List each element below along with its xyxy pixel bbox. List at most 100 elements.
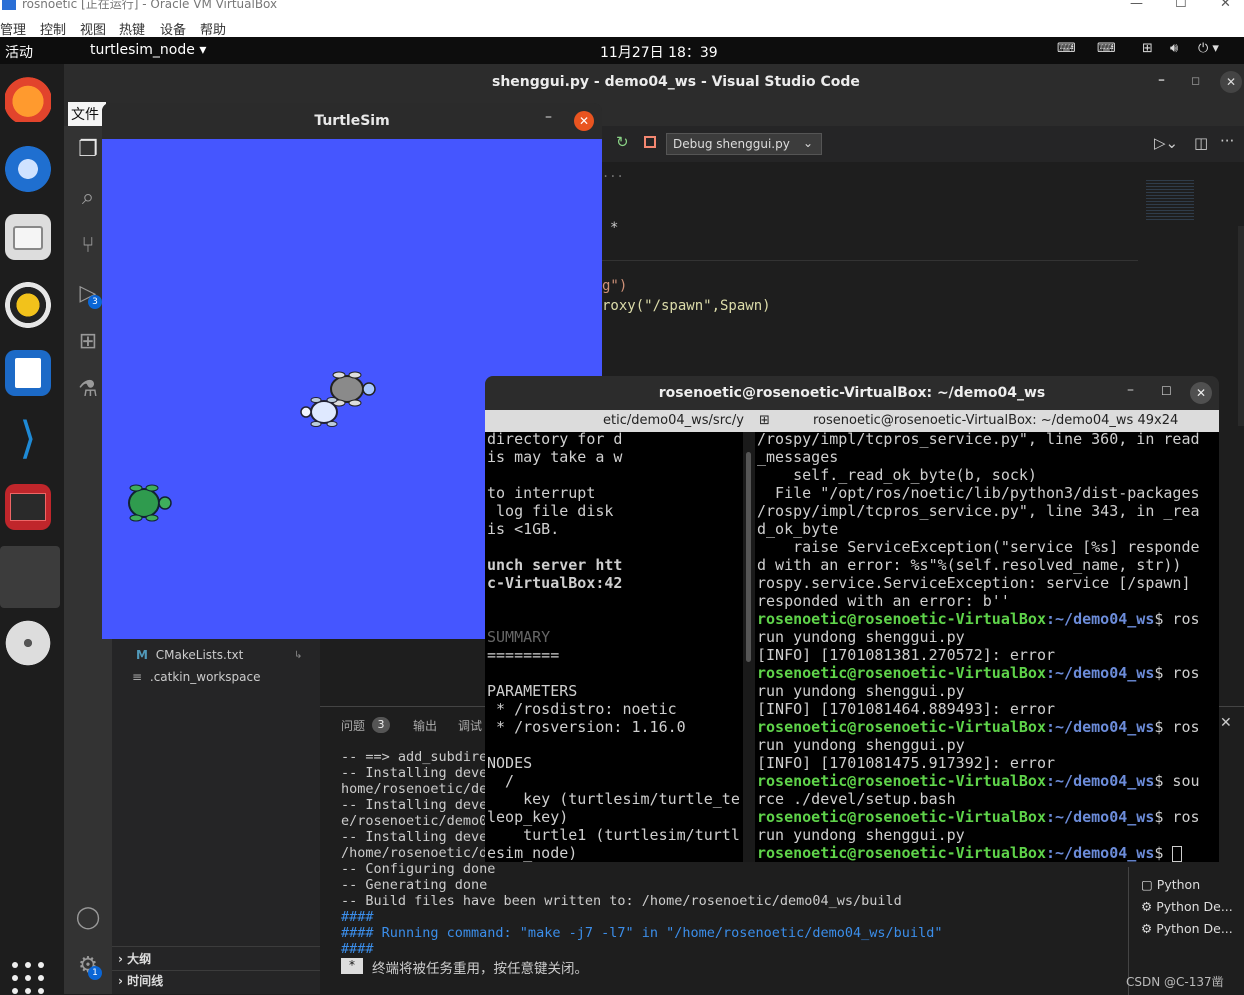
close-icon[interactable]: ✕ — [1190, 382, 1212, 404]
tab-debug-console[interactable]: 调试 — [458, 717, 482, 734]
terminal-pane-left[interactable]: directory for d is may take a w to inter… — [485, 432, 743, 862]
timeline-section[interactable]: › 时间线 — [118, 972, 163, 989]
volume-icon[interactable]: 🔊︎ — [1170, 41, 1178, 56]
minimize-icon[interactable]: – — [545, 109, 552, 125]
debug-icon: ⚙ — [1141, 921, 1153, 936]
clock[interactable]: 11月27日 18：39 — [600, 42, 718, 62]
source-control-icon[interactable]: ⑂ — [74, 232, 102, 260]
testing-icon[interactable]: ⚗ — [74, 376, 102, 404]
list-item[interactable]: ≡ .catkin_workspace — [132, 670, 261, 684]
power-icon[interactable]: ⏻ ▾ — [1198, 41, 1219, 56]
scrollbar[interactable] — [1238, 226, 1244, 426]
terminal-line: is <1GB. — [487, 520, 560, 538]
terminal-pane-right[interactable]: /rospy/impl/tcpros_service.py", line 360… — [755, 432, 1219, 862]
settings-badge: 1 — [88, 966, 102, 980]
terminal-line: leop_key) — [487, 808, 569, 826]
debug-icon: ⚙ — [1141, 899, 1153, 914]
restart-icon[interactable]: ↻ — [616, 133, 629, 151]
writer-icon[interactable] — [5, 350, 51, 396]
maximize-icon[interactable]: ☐ — [1161, 384, 1172, 398]
restore-icon[interactable]: ◻ — [1191, 74, 1200, 87]
link-icon: ↳ — [294, 650, 303, 661]
output-line: -- Generating done — [341, 877, 488, 893]
code-fragment: roxy("/spawn",Spawn) — [602, 298, 771, 314]
list-item[interactable]: ▢ Python — [1141, 877, 1200, 892]
cmake-file-icon: M — [136, 648, 148, 662]
terminal-app-icon[interactable] — [5, 484, 51, 530]
outline-section[interactable]: › 大纲 — [118, 950, 151, 967]
output-line: -- Installing deve — [341, 797, 488, 813]
close-icon[interactable]: ✕ — [574, 111, 594, 131]
output-line: #### — [341, 909, 374, 925]
close-icon[interactable]: ✕ — [1220, 0, 1231, 10]
menu-item-view[interactable]: 视图 — [80, 19, 106, 38]
explorer-icon[interactable]: ❐ — [74, 136, 102, 164]
dvd-icon[interactable] — [5, 620, 51, 666]
pane-divider[interactable] — [743, 432, 755, 862]
activities-button[interactable]: 活动 — [5, 42, 33, 62]
scrollbar[interactable] — [746, 452, 751, 662]
tab-output[interactable]: 输出 — [413, 717, 437, 734]
task-marker: * — [341, 958, 363, 974]
terminal-prompt-line: rosenoetic@rosenoetic-VirtualBox:~/demo0… — [757, 808, 1200, 826]
chevron-right-icon: › — [118, 952, 123, 966]
terminal-prompt-line: rosenoetic@rosenoetic-VirtualBox:~/demo0… — [757, 772, 1200, 790]
menu-item-help[interactable]: 帮助 — [200, 19, 226, 38]
terminal-line: d with an error: %s"%(self.resolved_name… — [757, 556, 1182, 574]
maximize-icon[interactable]: ☐ — [1175, 0, 1187, 10]
stop-icon[interactable] — [644, 136, 656, 148]
firefox-icon[interactable] — [5, 76, 51, 122]
list-item[interactable]: ⚙ Python De... — [1141, 899, 1233, 914]
debug-toolbar: ↻ Debug shenggui.py ⌄ ▷⌄ ◫ ··· — [600, 126, 1244, 162]
list-item[interactable]: ⚙ Python De... — [1141, 921, 1233, 936]
output-line: -- Build files have been written to: /ho… — [341, 893, 902, 909]
show-apps-icon[interactable] — [12, 962, 44, 994]
minimize-icon[interactable]: – — [1127, 382, 1134, 398]
tab-terminal-left[interactable]: etic/demo04_ws/src/y — [603, 413, 744, 428]
file-name: .catkin_workspace — [149, 670, 261, 684]
network-icon[interactable]: ⊞ — [1142, 41, 1153, 56]
account-icon[interactable]: ◯ — [74, 904, 102, 932]
minimize-icon[interactable]: – — [1158, 72, 1165, 88]
split-editor-icon[interactable]: ◫ — [1194, 134, 1208, 152]
terminal-line: run yundong shenggui.py — [757, 628, 965, 646]
keyboard-icon[interactable]: ⌨ — [1057, 41, 1076, 56]
minimap[interactable] — [1146, 180, 1194, 220]
terminal-line: self._read_ok_byte(b, sock) — [757, 466, 1037, 484]
menu-item-control[interactable]: 控制 — [40, 19, 66, 38]
tab-problems[interactable]: 问题 — [341, 717, 365, 734]
thunderbird-icon[interactable] — [5, 146, 51, 192]
terminal-line: ======== — [487, 646, 560, 664]
terminal-line: / — [487, 772, 515, 790]
debug-config-select[interactable]: Debug shenggui.py ⌄ — [666, 133, 822, 155]
vbox-menubar: 管理 控制 视图 热键 设备 帮助 — [0, 16, 1244, 38]
close-panel-icon[interactable]: ✕ — [1220, 715, 1232, 731]
extensions-icon[interactable]: ⊞ — [74, 328, 102, 356]
terminal-tabs: etic/demo04_ws/src/y ⊞ rosenoetic@roseno… — [485, 410, 1219, 432]
terminal-prompt-line: rosenoetic@rosenoetic-VirtualBox:~/demo0… — [757, 844, 1183, 862]
keyboard-layout-icon[interactable]: ⌨ — [1097, 41, 1116, 56]
menu-item-manage[interactable]: 管理 — [0, 19, 26, 38]
rhythmbox-icon[interactable] — [5, 282, 51, 328]
app-menu[interactable]: turtlesim_node ▾ — [90, 42, 206, 58]
split-icon[interactable]: ⊞ — [759, 413, 770, 428]
run-dropdown-icon[interactable]: ▷⌄ — [1154, 134, 1178, 152]
more-actions-icon[interactable]: ··· — [1220, 132, 1234, 150]
file-icon: ≡ — [132, 670, 143, 684]
close-icon[interactable]: ✕ — [1220, 71, 1242, 93]
search-icon[interactable]: ⌕ — [74, 184, 102, 212]
menu-item-hotkey[interactable]: 热键 — [119, 19, 145, 38]
vscode-icon[interactable]: ⟩ — [5, 416, 51, 462]
minimize-icon[interactable]: — — [1130, 0, 1143, 10]
terminal-line: /rospy/impl/tcpros_service.py", line 360… — [757, 432, 1200, 448]
turtlesim-title: TurtleSim — [102, 103, 602, 139]
terminal-line: [INFO] [1701081475.917392]: error — [757, 754, 1056, 772]
list-item[interactable]: M CMakeLists.txt — [136, 648, 243, 662]
terminal-line: run yundong shenggui.py — [757, 826, 965, 844]
tab-terminal-right[interactable]: rosenoetic@rosenoetic-VirtualBox: ~/demo… — [813, 413, 1178, 428]
problems-count-badge: 3 — [372, 717, 390, 733]
menu-file[interactable]: 文件 — [68, 102, 106, 126]
run-badge: 3 — [88, 295, 102, 309]
files-icon[interactable] — [5, 214, 51, 260]
menu-item-devices[interactable]: 设备 — [160, 19, 186, 38]
